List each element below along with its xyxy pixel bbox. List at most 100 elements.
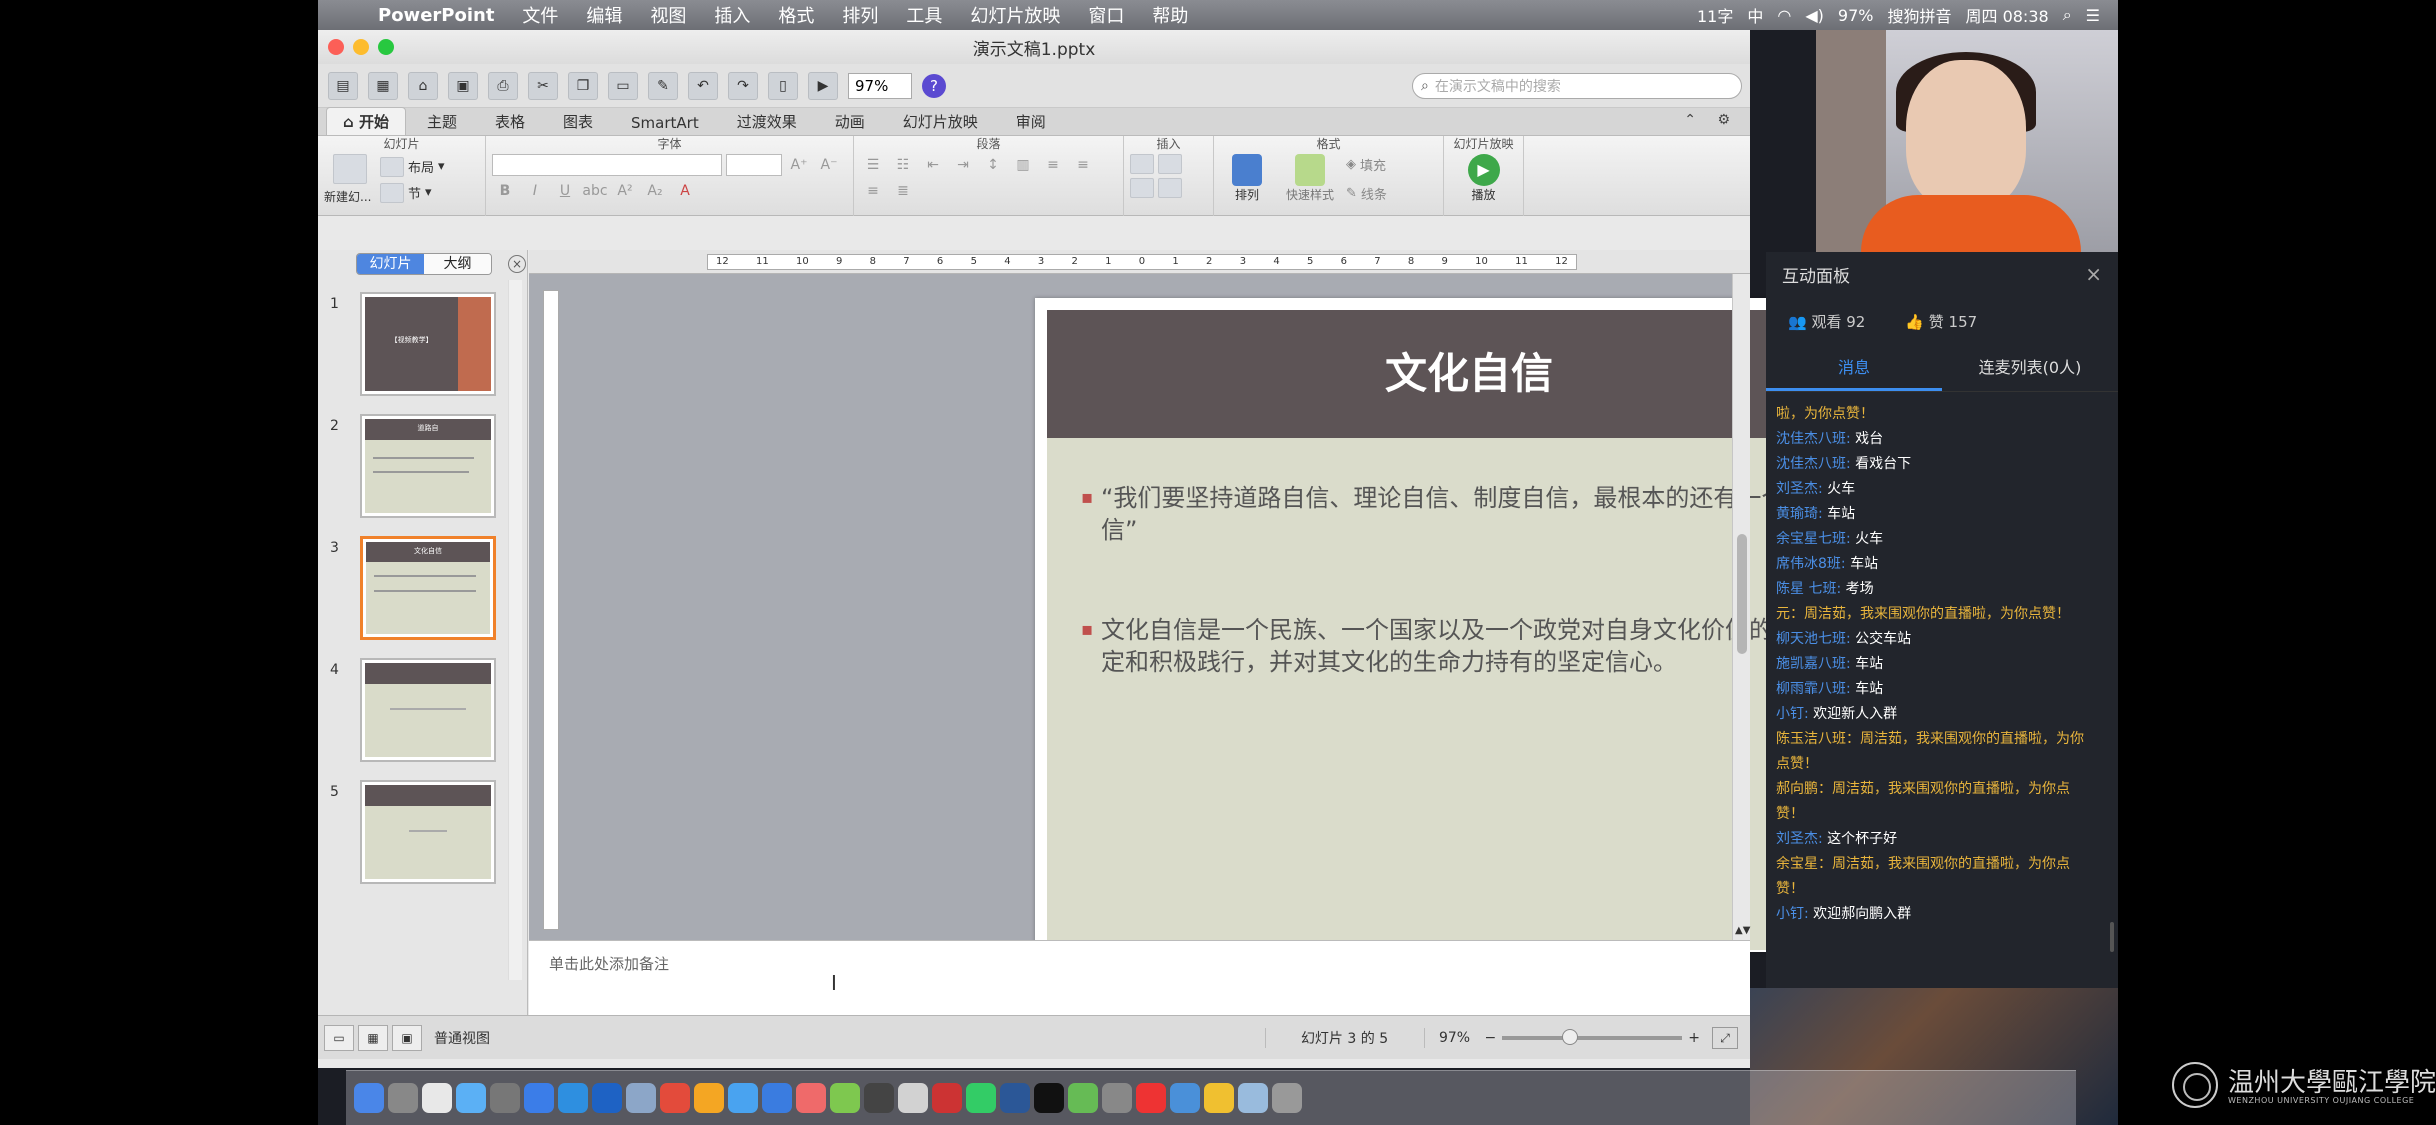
tab-slideshow[interactable]: 幻灯片放映 xyxy=(886,107,995,135)
trash-icon[interactable] xyxy=(1272,1083,1302,1113)
font-size-field[interactable] xyxy=(726,154,782,176)
word-count-status[interactable]: 11字 xyxy=(1697,3,1733,27)
print-icon[interactable]: ⎙ xyxy=(488,71,518,100)
increase-indent-icon[interactable]: ⇥ xyxy=(950,154,976,176)
slide-title[interactable]: 文化自信 xyxy=(1047,310,1891,438)
numbering-icon[interactable]: ☷ xyxy=(890,154,916,176)
app-icon[interactable] xyxy=(966,1083,996,1113)
shrink-font-icon[interactable]: A⁻ xyxy=(816,154,842,176)
slide-content[interactable]: “我们要坚持道路自信、理论自信、制度自信，最根本的还有一个文化自信” 文化自信是… xyxy=(1047,450,1891,930)
line-spacing-icon[interactable]: ↕ xyxy=(980,154,1006,176)
media-icon[interactable] xyxy=(1158,178,1182,198)
slide-thumbnail[interactable]: 5 xyxy=(318,780,498,888)
tab-messages[interactable]: 消息 xyxy=(1766,346,1942,391)
slideshow-icon[interactable]: ▶ xyxy=(808,71,838,100)
subscript-icon[interactable]: A₂ xyxy=(642,180,668,202)
app-icon[interactable] xyxy=(1170,1083,1200,1113)
fill-button[interactable]: ◈ 填充 xyxy=(1346,155,1387,174)
copy-icon[interactable]: ❐ xyxy=(568,71,598,100)
editor-scrollbar[interactable]: ▲▼ xyxy=(1732,274,1750,940)
fit-to-window-icon[interactable]: ⤢ xyxy=(1712,1026,1738,1049)
close-icon[interactable]: × xyxy=(2085,262,2102,286)
tab-slides[interactable]: 幻灯片 xyxy=(357,254,424,274)
menu-insert[interactable]: 插入 xyxy=(700,2,764,28)
zoom-slider-knob[interactable] xyxy=(1562,1028,1579,1045)
menu-slideshow[interactable]: 幻灯片放映 xyxy=(956,2,1074,28)
slide-thumbnail[interactable]: 4 xyxy=(318,658,498,766)
search-input[interactable]: ⌕ 在演示文稿中的搜索 xyxy=(1412,72,1742,99)
underline-icon[interactable]: U xyxy=(552,180,578,202)
ribbon-settings-icon[interactable]: ⚙ xyxy=(1717,112,1730,128)
volume-icon[interactable]: ◀) xyxy=(1805,6,1824,25)
picture-icon[interactable] xyxy=(1158,154,1182,174)
arrange-button[interactable]: 排列 xyxy=(1220,154,1274,203)
collapse-ribbon-icon[interactable]: ⌃ xyxy=(1684,112,1696,128)
italic-icon[interactable]: I xyxy=(522,180,548,202)
clock[interactable]: 周四 08:38 xyxy=(1965,3,2048,27)
finder-icon[interactable] xyxy=(354,1083,384,1113)
xcode-icon[interactable] xyxy=(762,1083,792,1113)
messages-icon[interactable] xyxy=(728,1083,758,1113)
calendar-icon[interactable] xyxy=(422,1083,452,1113)
tab-transitions[interactable]: 过渡效果 xyxy=(720,107,814,135)
rocket-icon[interactable] xyxy=(490,1083,520,1113)
menu-edit[interactable]: 编辑 xyxy=(572,2,636,28)
format-painter-icon[interactable]: ✎ xyxy=(648,71,678,100)
tab-review[interactable]: 审阅 xyxy=(999,107,1063,135)
wifi-icon[interactable]: ◠ xyxy=(1777,6,1791,25)
bold-icon[interactable]: B xyxy=(492,180,518,202)
zoom-field[interactable]: 97% xyxy=(848,72,912,99)
preview-icon[interactable] xyxy=(626,1083,656,1113)
slide-thumbnail-selected[interactable]: 3 文化自信 xyxy=(318,536,498,644)
font-name-field[interactable] xyxy=(492,154,722,176)
undo-icon[interactable]: ↶ xyxy=(688,71,718,100)
app-icon[interactable] xyxy=(1102,1083,1132,1113)
zoom-in-icon[interactable]: + xyxy=(1688,1030,1700,1046)
quick-styles-button[interactable]: 快速样式 xyxy=(1278,154,1342,203)
shape-icon[interactable] xyxy=(1130,178,1154,198)
menu-window[interactable]: 窗口 xyxy=(1074,2,1138,28)
layout-button[interactable]: 布局 ▾ xyxy=(380,156,445,177)
open-icon[interactable]: ⌂ xyxy=(408,71,438,100)
scroll-arrows-icon[interactable]: ▲▼ xyxy=(1735,925,1750,936)
slide-layout-icon[interactable]: ▯ xyxy=(768,71,798,100)
spotlight-search-icon[interactable]: ⌕ xyxy=(2063,5,2072,25)
columns-icon[interactable]: ▥ xyxy=(1010,154,1036,176)
close-sidebar-icon[interactable]: × xyxy=(508,255,526,273)
tab-charts[interactable]: 图表 xyxy=(546,107,610,135)
app-icon[interactable] xyxy=(830,1083,860,1113)
editor-scroll-thumb[interactable] xyxy=(1737,534,1747,654)
tab-connect-list[interactable]: 连麦列表(0人) xyxy=(1942,346,2118,391)
zoom-out-icon[interactable]: − xyxy=(1485,1030,1497,1046)
app-icon[interactable] xyxy=(1238,1083,1268,1113)
tab-themes[interactable]: 主题 xyxy=(410,107,474,135)
safari-icon[interactable] xyxy=(456,1083,486,1113)
tab-smartart[interactable]: SmartArt xyxy=(614,110,716,135)
slide-thumbnail[interactable]: 2 道路自 xyxy=(318,414,498,522)
strikethrough-icon[interactable]: abc xyxy=(582,180,608,202)
ime-name-status[interactable]: 搜狗拼音 xyxy=(1887,3,1951,27)
tab-tables[interactable]: 表格 xyxy=(478,107,542,135)
menu-tools[interactable]: 工具 xyxy=(892,2,956,28)
tab-animations[interactable]: 动画 xyxy=(818,107,882,135)
redo-icon[interactable]: ↷ xyxy=(728,71,758,100)
menu-file[interactable]: 文件 xyxy=(508,2,572,28)
tab-home[interactable]: ⌂ 开始 xyxy=(326,107,406,135)
panel-scrollbar[interactable] xyxy=(2110,922,2114,952)
justify-icon[interactable]: ≣ xyxy=(890,180,916,202)
textbox-icon[interactable] xyxy=(1130,154,1154,174)
app-icon[interactable] xyxy=(1068,1083,1098,1113)
ime-mode-status[interactable]: 中 xyxy=(1747,3,1763,27)
cut-icon[interactable]: ✂ xyxy=(528,71,558,100)
menu-arrange[interactable]: 排列 xyxy=(828,2,892,28)
align-center-icon[interactable]: ≡ xyxy=(1070,154,1096,176)
word-icon[interactable] xyxy=(592,1083,622,1113)
app-icon[interactable] xyxy=(898,1083,928,1113)
superscript-icon[interactable]: A² xyxy=(612,180,638,202)
normal-view-button[interactable]: ▭ xyxy=(324,1024,354,1051)
grow-font-icon[interactable]: A⁺ xyxy=(786,154,812,176)
new-slide-button[interactable]: 新建幻... xyxy=(324,154,376,205)
sidebar-scrollbar[interactable] xyxy=(508,280,522,980)
slide-thumbnail[interactable]: 1 【视频教学】 xyxy=(318,292,498,400)
powerpoint-icon[interactable] xyxy=(932,1083,962,1113)
